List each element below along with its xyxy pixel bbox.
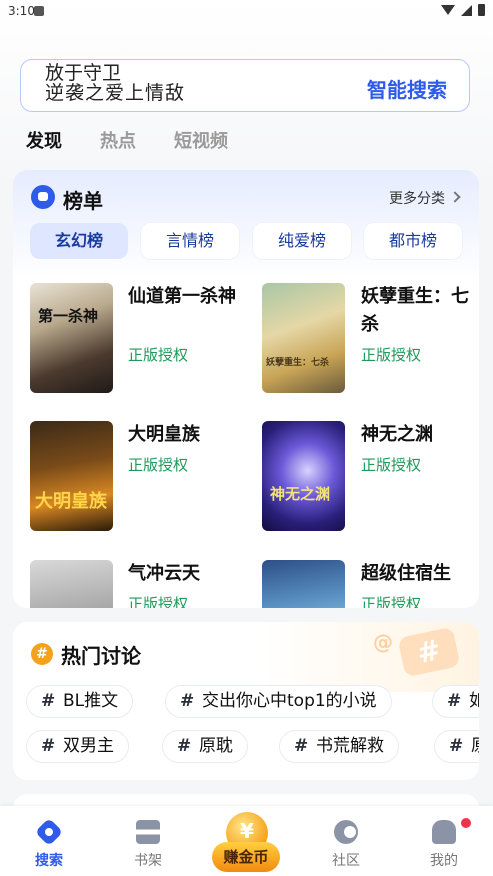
chevron-right-icon (449, 191, 461, 203)
nav-label: 社区 (332, 853, 360, 869)
wifi-icon (441, 5, 455, 15)
hash-icon: # (447, 691, 462, 711)
hash-icon: # (449, 736, 464, 756)
status-time: 3:10 (8, 4, 35, 18)
discussion-title: 热门讨论 (61, 644, 141, 668)
book-tag: 正版授权 (128, 456, 189, 474)
bookshelf-icon (136, 820, 160, 844)
ranking-card: 榜单 更多分类 玄幻榜 言情榜 纯爱榜 都市榜 第一杀神 仙道第一杀神 正版授权… (13, 170, 479, 608)
tab-discover[interactable]: 发现 (26, 127, 62, 155)
topic-chip[interactable]: # 书荒解救 (279, 730, 399, 763)
topic-label: 原 (471, 736, 479, 756)
topic-label: 双男主 (63, 736, 114, 756)
search-bar[interactable]: 放于守卫 逆袭之爱上情敌 智能搜索 (20, 59, 470, 112)
topic-chip[interactable]: # 原耽 (162, 730, 248, 763)
battery-icon (478, 4, 485, 16)
nav-search[interactable]: 搜索 (14, 806, 84, 876)
topic-label: 交出你心中top1的小说 (202, 691, 377, 711)
search-placeholder[interactable]: 逆袭之爱上情敌 (45, 78, 185, 105)
nav-mine[interactable]: 我的 (409, 806, 479, 876)
hash-icon: # (41, 691, 56, 711)
cover-title-text: 神无之渊 (270, 485, 331, 503)
book-cover[interactable]: 妖孽重生：七杀 (262, 283, 345, 393)
category-fantasy[interactable]: 玄幻榜 (30, 223, 128, 259)
nav-label: 我的 (430, 853, 458, 869)
hot-discussion-card: @ # # 热门讨论 # BL推文 # 交出你心中top1的小说 # 如 # 双男主 #… (13, 622, 479, 780)
ranking-title: 榜单 (63, 189, 103, 213)
category-bl[interactable]: 纯爱榜 (253, 223, 351, 259)
nav-label: 书架 (134, 853, 162, 869)
book-title[interactable]: 气冲云天 (128, 560, 238, 588)
book-tag: 正版授权 (361, 456, 422, 474)
more-categories-link[interactable]: 更多分类 (389, 188, 461, 208)
cover-title-text: 大明皇族 (35, 491, 107, 512)
ranking-icon (31, 185, 55, 209)
nav-bookshelf[interactable]: 书架 (113, 806, 183, 876)
topic-chip[interactable]: # BL推文 (26, 685, 134, 718)
signal-icon (461, 4, 472, 16)
search-compass-icon (34, 817, 64, 847)
category-romance[interactable]: 言情榜 (141, 223, 239, 259)
book-tag: 正版授权 (361, 595, 422, 608)
topic-chip[interactable]: # 双男主 (26, 730, 129, 763)
topic-chip[interactable]: #原 (434, 730, 479, 763)
smart-search-button[interactable]: 智能搜索 (367, 74, 447, 103)
hash-icon: # (41, 736, 56, 756)
topic-label: 如 (469, 691, 479, 711)
nav-community[interactable]: 社区 (311, 806, 381, 876)
cover-title-text: 第一杀神 (38, 307, 99, 325)
feed-tabs: 发现 热点 短视频 (26, 127, 228, 155)
earn-coins-label: 赚金币 (212, 842, 280, 872)
book-cover[interactable] (262, 560, 345, 608)
hash-icon: # (180, 691, 195, 711)
profile-icon (432, 820, 456, 844)
nav-label: 搜索 (35, 853, 63, 869)
book-cover[interactable]: 第一杀神 (30, 283, 113, 393)
community-icon (334, 820, 358, 844)
tab-hot[interactable]: 热点 (100, 127, 136, 153)
book-cover[interactable]: 大明皇族 (30, 421, 113, 531)
book-cover[interactable] (30, 560, 113, 608)
book-title[interactable]: 神无之渊 (361, 421, 471, 449)
book-title[interactable]: 仙道第一杀神 (128, 283, 238, 311)
topic-label: 书荒解救 (316, 736, 384, 756)
topic-chip[interactable]: # 交出你心中top1的小说 (165, 685, 392, 718)
category-urban[interactable]: 都市榜 (364, 223, 462, 259)
nav-earn-coins[interactable]: 赚金币 (212, 812, 280, 876)
book-title[interactable]: 超级住宿生 (361, 560, 471, 588)
notification-dot (461, 818, 471, 828)
book-cover[interactable]: 神无之渊 (262, 421, 345, 531)
book-title[interactable]: 妖孽重生：七杀 (361, 283, 471, 339)
more-categories-label: 更多分类 (389, 191, 445, 207)
cover-title-text: 妖孽重生：七杀 (266, 358, 330, 368)
hash-icon: # (31, 643, 53, 665)
topic-label: 原耽 (199, 736, 233, 756)
at-decoration-icon: @ (373, 630, 393, 654)
tab-short-video[interactable]: 短视频 (174, 127, 228, 153)
topic-label: BL推文 (63, 691, 119, 711)
status-bar: 3:10 (0, 0, 493, 24)
book-tag: 正版授权 (128, 595, 189, 608)
book-tag: 正版授权 (128, 346, 189, 364)
notification-icon (34, 6, 44, 16)
topic-chip[interactable]: # 如 (432, 685, 479, 718)
hash-icon: # (294, 736, 309, 756)
book-title[interactable]: 大明皇族 (128, 421, 238, 449)
hash-icon: # (177, 736, 192, 756)
book-tag: 正版授权 (361, 346, 422, 364)
